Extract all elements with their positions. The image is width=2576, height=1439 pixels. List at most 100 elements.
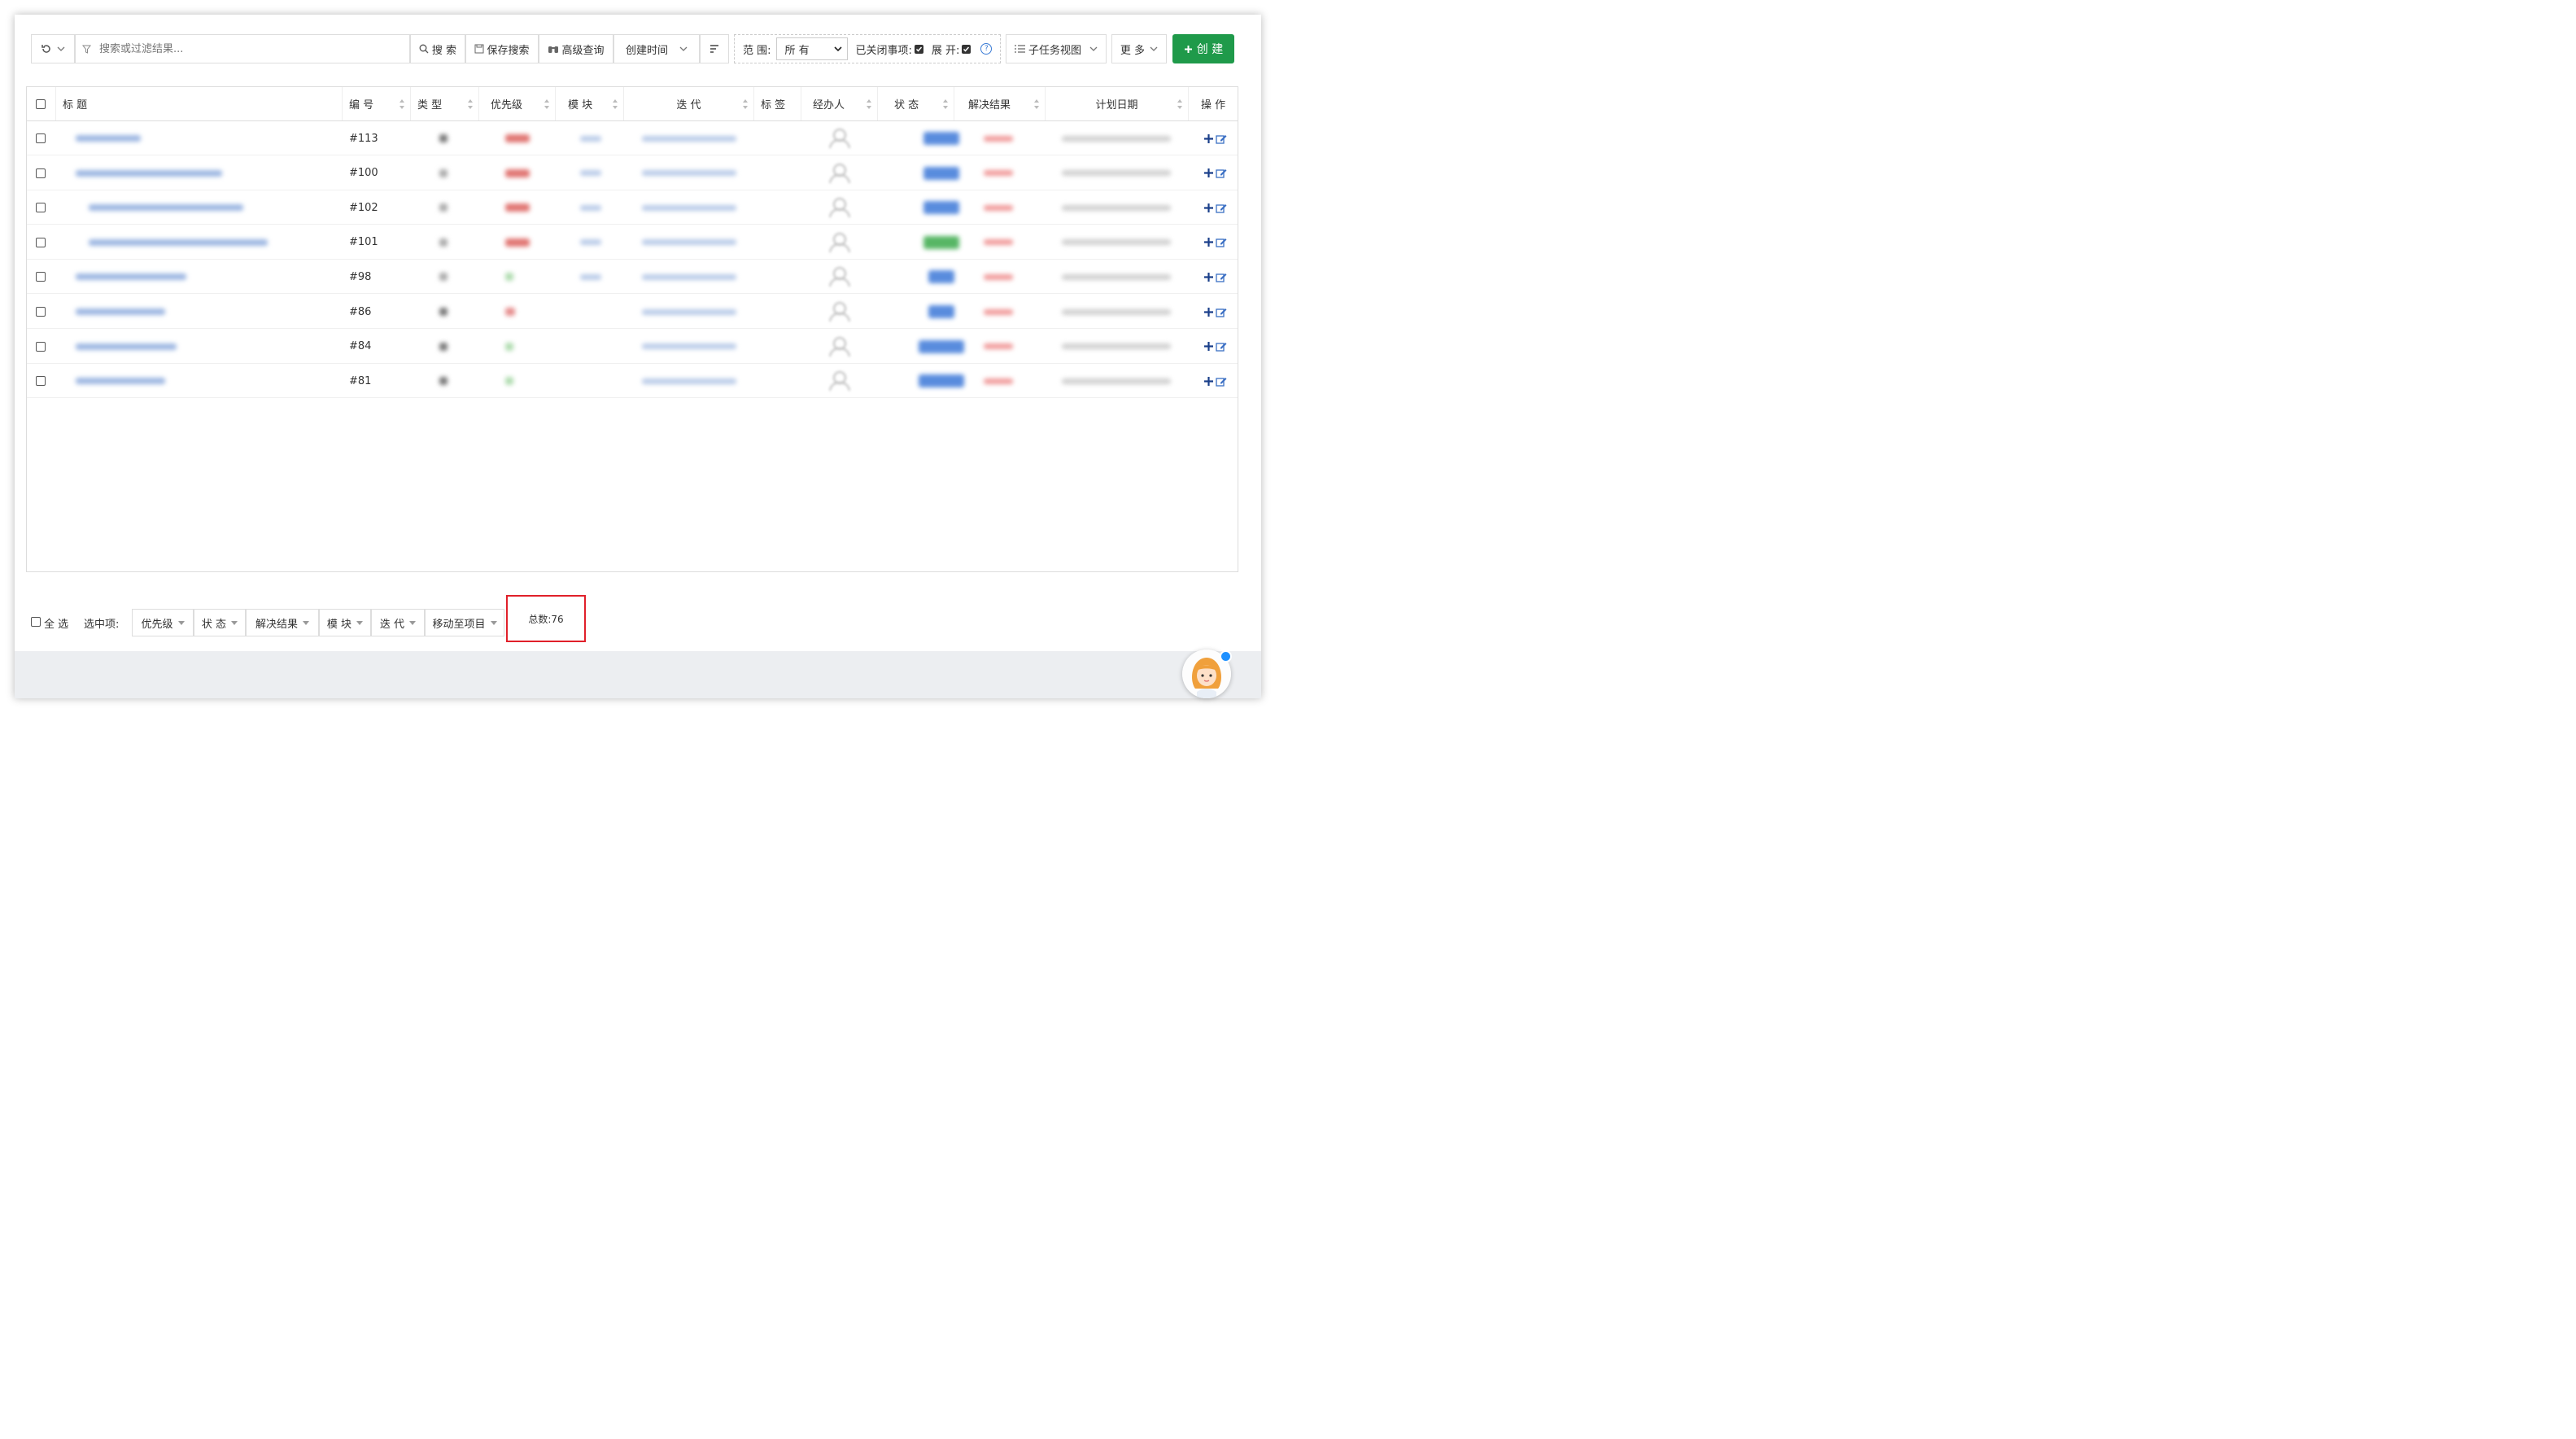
row-checkbox[interactable] — [36, 133, 46, 143]
expand-checkbox[interactable] — [962, 44, 971, 54]
add-subtask-icon[interactable] — [1203, 133, 1214, 144]
issue-title-link[interactable] — [76, 169, 222, 177]
batch-resolution-button[interactable]: 解决结果 — [246, 609, 319, 636]
batch-iteration-button[interactable]: 迭 代 — [371, 609, 425, 636]
col-module[interactable]: 模 块 — [556, 87, 624, 120]
edit-icon[interactable] — [1216, 307, 1227, 317]
plus-icon — [1184, 45, 1192, 53]
row-checkbox[interactable] — [36, 272, 46, 282]
edit-icon[interactable] — [1216, 203, 1227, 213]
add-subtask-icon[interactable] — [1203, 168, 1214, 178]
edit-icon[interactable] — [1216, 133, 1227, 144]
batch-module-label: 模 块 — [326, 618, 352, 631]
save-search-button[interactable]: 保存搜索 — [465, 34, 539, 63]
advanced-query-button[interactable]: 高级查询 — [539, 34, 613, 63]
add-subtask-icon[interactable] — [1203, 203, 1214, 213]
issue-title-link[interactable] — [76, 378, 165, 385]
table-row[interactable]: #113 — [27, 121, 1238, 155]
type-cell — [439, 330, 456, 364]
table-row[interactable]: #81 — [27, 364, 1238, 399]
table-row[interactable]: #86 — [27, 295, 1238, 329]
table-row[interactable]: #84 — [27, 329, 1238, 364]
batch-status-button[interactable]: 状 态 — [194, 609, 246, 636]
col-iteration[interactable]: 迭 代 — [624, 87, 754, 120]
issue-title-link[interactable] — [76, 343, 177, 350]
col-priority[interactable]: 优先级 — [479, 87, 556, 120]
iteration-link[interactable] — [642, 378, 736, 384]
iteration-link[interactable] — [642, 204, 736, 211]
add-subtask-icon[interactable] — [1203, 272, 1214, 282]
iteration-link[interactable] — [642, 343, 736, 350]
closed-items-label: 已关闭事项: — [855, 44, 912, 57]
col-assignee[interactable]: 经办人 — [801, 87, 878, 120]
select-all-checkbox[interactable] — [31, 617, 41, 627]
sort-icon — [467, 98, 474, 110]
status-badge — [919, 339, 964, 353]
col-type[interactable]: 类 型 — [411, 87, 479, 120]
add-subtask-icon[interactable] — [1203, 237, 1214, 247]
actions-cell — [1203, 260, 1236, 294]
title-cell — [76, 156, 320, 190]
table-row[interactable]: #101 — [27, 225, 1238, 260]
col-resolution[interactable]: 解决结果 — [954, 87, 1046, 120]
search-field[interactable] — [75, 34, 410, 63]
row-checkbox[interactable] — [36, 203, 46, 213]
iteration-link[interactable] — [642, 273, 736, 280]
help-icon[interactable]: ? — [980, 43, 993, 55]
batch-module-button[interactable]: 模 块 — [319, 609, 371, 636]
edit-icon[interactable] — [1216, 376, 1227, 387]
sort-field-select[interactable]: 创建时间 — [613, 34, 700, 63]
add-subtask-icon[interactable] — [1203, 307, 1214, 317]
create-button[interactable]: 创 建 — [1172, 34, 1234, 63]
col-plan-date[interactable]: 计划日期 — [1046, 87, 1189, 120]
status-badge — [923, 201, 959, 215]
row-checkbox[interactable] — [36, 376, 46, 387]
search-button[interactable]: 搜 索 — [410, 34, 465, 63]
actions-cell — [1203, 190, 1236, 225]
row-checkbox[interactable] — [36, 168, 46, 178]
add-subtask-icon[interactable] — [1203, 376, 1214, 387]
table-row[interactable]: #100 — [27, 156, 1238, 190]
iteration-link[interactable] — [642, 135, 736, 142]
move-to-project-button[interactable]: 移动至项目 — [425, 609, 504, 636]
iteration-link[interactable] — [642, 308, 736, 315]
issue-number: #100 — [349, 167, 378, 180]
table-row[interactable]: #102 — [27, 190, 1238, 225]
header-checkbox[interactable] — [36, 98, 46, 109]
edit-icon[interactable] — [1216, 168, 1227, 178]
plan-date-range — [1062, 170, 1171, 177]
iteration-link[interactable] — [642, 170, 736, 177]
plan-date-range — [1062, 239, 1171, 246]
issue-title-link[interactable] — [76, 135, 141, 142]
selected-items-label: 选中项: — [84, 619, 120, 631]
edit-icon[interactable] — [1216, 341, 1227, 352]
table-row[interactable]: #98 — [27, 260, 1238, 295]
subtask-view-dropdown[interactable]: 子任务视图 — [1006, 34, 1107, 63]
row-checkbox[interactable] — [36, 341, 46, 352]
more-dropdown[interactable]: 更 多 — [1111, 34, 1167, 63]
batch-resolution-label: 解决结果 — [255, 618, 298, 631]
issue-title-link[interactable] — [76, 273, 186, 281]
scope-select[interactable]: 所 有 — [775, 37, 848, 60]
row-checkbox[interactable] — [36, 307, 46, 317]
col-tag[interactable]: 标 签 — [754, 87, 801, 120]
edit-icon[interactable] — [1216, 237, 1227, 247]
col-title[interactable]: 标 题 — [56, 87, 343, 120]
row-checkbox[interactable] — [36, 237, 46, 247]
col-number[interactable]: 编 号 — [343, 87, 411, 120]
issue-title-link[interactable] — [89, 204, 243, 212]
edit-icon[interactable] — [1216, 272, 1227, 282]
plan-date-cell — [1062, 260, 1176, 294]
closed-items-checkbox[interactable] — [914, 44, 923, 54]
title-cell — [89, 225, 333, 260]
batch-priority-button[interactable]: 优先级 — [132, 609, 194, 636]
add-subtask-icon[interactable] — [1203, 341, 1214, 352]
sort-order-button[interactable] — [700, 34, 729, 63]
history-dropdown[interactable] — [31, 34, 75, 63]
col-status[interactable]: 状 态 — [878, 87, 954, 120]
iteration-link[interactable] — [642, 239, 736, 246]
issue-title-link[interactable] — [76, 308, 165, 315]
search-input[interactable] — [98, 42, 394, 56]
issue-title-link[interactable] — [89, 238, 268, 246]
status-badge — [928, 270, 954, 284]
